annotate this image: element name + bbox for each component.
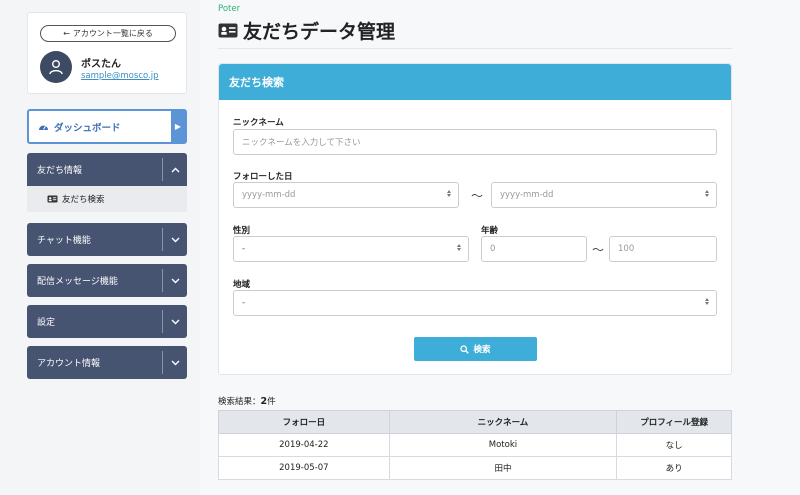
menu-account-info[interactable]: アカウント情報 [27,346,187,379]
menu-friends-info-label: 友だち情報 [37,166,83,176]
spinner-icon [457,244,461,251]
back-to-accounts-label: アカウント一覧に戻る [72,29,153,38]
menu-account-info-label: アカウント情報 [37,359,101,369]
sidebar: ← アカウント一覧に戻る ポスたん sample@mosco.jp ダッシュボー… [0,0,200,495]
menu-settings-label: 設定 [37,318,56,328]
chevron-up-icon [163,167,187,173]
menu-chat[interactable]: チャット機能 [27,223,187,256]
menu-broadcast[interactable]: 配信メッセージ機能 [27,264,187,297]
profile-card: ← アカウント一覧に戻る ポスたん sample@mosco.jp [27,12,187,94]
results-table: フォロー日 ニックネーム プロフィール登録 2019-04-22 Motoki … [218,410,732,480]
column-header-profile[interactable]: プロフィール登録 [616,410,732,434]
cell-profile: なし [616,433,732,457]
menu-broadcast-label: 配信メッセージ機能 [37,277,118,287]
table-header-row: フォロー日 ニックネーム プロフィール登録 [218,410,732,434]
gender-select-value: - [242,244,246,254]
dashboard-button[interactable]: ダッシュボード ▶ [27,109,187,144]
divider [218,48,732,49]
search-icon [460,344,470,354]
date-range-separator: 〜 [471,189,484,203]
submenu-friend-search[interactable]: 友だち検索 [27,186,187,212]
dashboard-label: ダッシュボード [54,122,121,134]
age-label: 年齢 [481,226,499,236]
search-panel-title: 友だち検索 [219,64,731,100]
chevron-down-icon [163,278,187,284]
app-name: Poter [218,4,241,14]
page-title-text: 友だちデータ管理 [243,21,396,43]
id-card-icon [218,23,238,38]
region-label: 地域 [233,280,251,290]
menu-settings[interactable]: 設定 [27,305,187,338]
back-to-accounts-button[interactable]: ← アカウント一覧に戻る [40,25,176,42]
date-to-input[interactable]: yyyy-mm-dd [491,182,717,208]
result-count-unit: 件 [267,397,276,407]
spinner-icon [447,190,451,197]
profile-name: ポスたん [81,59,121,70]
date-from-placeholder: yyyy-mm-dd [242,190,296,200]
spinner-icon [705,190,709,197]
chevron-down-icon [163,319,187,325]
date-to-placeholder: yyyy-mm-dd [500,190,554,200]
id-card-icon [47,195,58,203]
result-count-label: 検索結果： [218,397,261,407]
age-range-separator: 〜 [592,243,605,257]
cell-nickname: Motoki [388,433,618,457]
region-select-value: - [242,298,246,308]
date-from-input[interactable]: yyyy-mm-dd [233,182,459,208]
submenu-friend-search-label: 友だち検索 [62,195,105,205]
search-button-label: 検索 [473,345,491,355]
age-from-input[interactable]: 0 [481,236,587,262]
gender-select[interactable]: - [233,236,469,262]
cell-follow-date: 2019-04-22 [218,433,390,457]
table-row[interactable]: 2019-05-07 田中 あり [218,456,732,480]
menu-friends-info[interactable]: 友だち情報 [27,153,187,186]
cell-follow-date: 2019-05-07 [218,456,390,480]
arrow-left-icon: ← [63,29,70,38]
search-button[interactable]: 検索 [414,337,537,361]
search-panel: 友だち検索 ニックネーム ニックネームを入力して下さい フォローした日 yyyy… [218,63,732,375]
nickname-label: ニックネーム [233,118,284,128]
gender-label: 性別 [233,226,251,236]
dashboard-gauge-icon [39,125,48,130]
cell-nickname: 田中 [388,456,618,480]
profile-email-link[interactable]: sample@mosco.jp [81,71,159,81]
result-count: 検索結果：2件 [218,395,276,407]
region-select[interactable]: - [233,290,717,316]
cell-profile: あり [616,456,732,480]
page-title: 友だちデータ管理 [218,17,395,44]
spinner-icon [705,298,709,305]
chevron-down-icon [163,237,187,243]
column-header-nickname[interactable]: ニックネーム [388,410,618,434]
chevron-down-icon [163,360,187,366]
table-row[interactable]: 2019-04-22 Motoki なし [218,433,732,457]
menu-chat-label: チャット機能 [37,236,91,246]
nickname-input[interactable]: ニックネームを入力して下さい [233,129,717,155]
avatar [40,51,72,83]
user-icon [49,60,63,75]
chevron-right-icon: ▶ [171,111,185,142]
age-to-input[interactable]: 100 [609,236,717,262]
column-header-follow-date[interactable]: フォロー日 [218,410,390,434]
follow-date-label: フォローした日 [233,172,293,182]
